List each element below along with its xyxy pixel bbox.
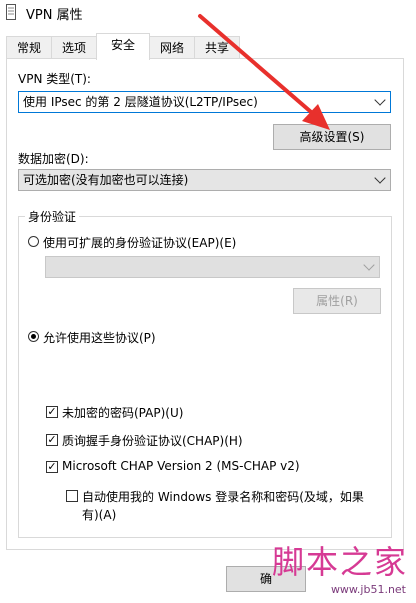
watermark-logo: 脚本之家	[271, 543, 408, 581]
watermark-url: www.jb51.net	[330, 583, 406, 596]
watermark: 脚本之家 www.jb51.net	[258, 543, 416, 603]
annotation-arrow-icon	[198, 14, 330, 130]
tab-security[interactable]: 安全	[96, 33, 150, 60]
